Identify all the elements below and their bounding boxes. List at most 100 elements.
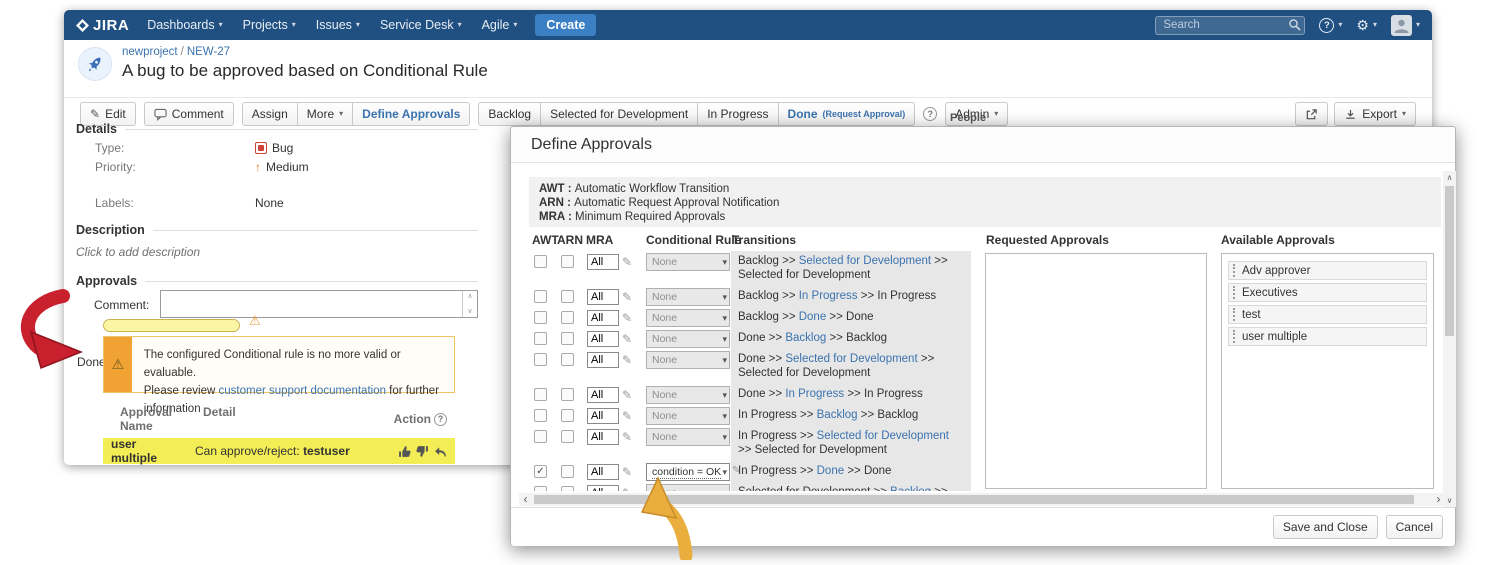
awt-checkbox[interactable] [534,255,547,268]
available-approval-item[interactable]: user multiple [1228,327,1427,346]
pencil-icon[interactable]: ✎ [622,487,632,491]
pencil-icon[interactable]: ✎ [622,410,632,422]
pencil-icon[interactable]: ✎ [622,466,632,478]
status-done-button[interactable]: Done (Request Approval) [778,102,916,126]
arn-checkbox[interactable] [561,409,574,422]
vertical-scrollbar[interactable]: ∧ ∨ [1443,171,1456,507]
pencil-icon[interactable]: ✎ [622,389,632,401]
profile-menu[interactable]: ▾ [1391,15,1420,36]
arn-checkbox[interactable] [561,255,574,268]
breadcrumb-issue-link[interactable]: NEW-27 [187,46,230,58]
search-input[interactable] [1155,16,1305,35]
awt-checkbox[interactable] [534,430,547,443]
available-approval-item[interactable]: test [1228,305,1427,324]
reject-thumb-down-icon[interactable] [416,445,429,458]
arn-checkbox[interactable] [561,388,574,401]
share-button[interactable] [1295,102,1328,126]
add-description-placeholder[interactable]: Click to add description [76,245,478,259]
mra-input[interactable] [587,464,619,480]
pending-approval-pill[interactable] [103,319,240,332]
hscroll-track[interactable] [532,494,1432,505]
transition-status-link[interactable]: Selected for Development [817,430,949,442]
available-approval-item[interactable]: Executives [1228,283,1427,302]
requested-approvals-box[interactable] [985,253,1207,489]
conditional-rule-select[interactable]: None▾ [646,386,730,404]
status-selected-button[interactable]: Selected for Development [540,102,698,126]
nav-item-issues[interactable]: Issues▾ [316,18,360,32]
support-doc-link[interactable]: customer support documentation [219,385,386,397]
mra-input[interactable] [587,254,619,270]
pencil-icon[interactable]: ✎ [622,354,632,366]
mra-input[interactable] [587,310,619,326]
done-transition-label[interactable]: Done [77,355,106,369]
pencil-icon[interactable]: ✎ [622,431,632,443]
arn-checkbox[interactable] [561,311,574,324]
arn-checkbox[interactable] [561,430,574,443]
awt-checkbox[interactable] [534,290,547,303]
nav-item-dashboards[interactable]: Dashboards▾ [147,18,222,32]
pencil-icon[interactable]: ✎ [732,466,740,476]
arn-checkbox[interactable] [561,465,574,478]
awt-checkbox[interactable] [534,388,547,401]
cancel-button[interactable]: Cancel [1386,515,1443,539]
nav-item-service-desk[interactable]: Service Desk▾ [380,18,462,32]
action-help-icon[interactable]: ? [434,413,447,426]
hscroll-thumb[interactable] [534,495,1414,504]
vscroll-thumb[interactable] [1445,186,1454,336]
conditional-rule-select[interactable]: None▾ [646,428,730,446]
arn-checkbox[interactable] [561,353,574,366]
transition-status-link[interactable]: Selected for Development [799,255,931,267]
horizontal-scrollbar[interactable]: ‹ › [519,493,1445,506]
nav-item-projects[interactable]: Projects▾ [243,18,296,32]
scroll-up-icon[interactable]: ∧ [1447,171,1453,184]
jira-logo[interactable]: JIRA [76,17,129,34]
nav-item-agile[interactable]: Agile▾ [482,18,518,32]
pencil-icon[interactable]: ✎ [622,291,632,303]
awt-checkbox[interactable] [534,311,547,324]
pencil-icon[interactable]: ✎ [622,333,632,345]
vscroll-track[interactable] [1444,184,1455,494]
status-inprogress-button[interactable]: In Progress [697,102,778,126]
workflow-help-icon[interactable]: ? [923,107,937,121]
arn-checkbox[interactable] [561,290,574,303]
awt-checkbox[interactable] [534,409,547,422]
settings-menu[interactable]: ⚙ ▾ [1356,18,1377,32]
arn-checkbox[interactable] [561,486,574,491]
conditional-rule-select[interactable]: None▾ [646,288,730,306]
transition-status-link[interactable]: Backlog [785,332,826,344]
pencil-icon[interactable]: ✎ [622,312,632,324]
approval-comment-input[interactable] [161,291,462,317]
transition-status-link[interactable]: Backlog [817,409,858,421]
transition-status-link[interactable]: In Progress [785,388,844,400]
help-menu[interactable]: ? ▾ [1319,18,1342,33]
create-button[interactable]: Create [535,14,596,36]
mra-input[interactable] [587,485,619,491]
conditional-rule-select[interactable]: None▾ [646,330,730,348]
conditional-rule-select[interactable]: None▾ [646,407,730,425]
breadcrumb-project-link[interactable]: newproject [122,46,178,58]
transition-status-link[interactable]: Backlog [890,486,931,491]
revoke-reply-icon[interactable] [434,445,447,458]
conditional-rule-select[interactable]: None▾ [646,351,730,369]
mra-input[interactable] [587,289,619,305]
awt-checkbox[interactable] [534,486,547,491]
mra-input[interactable] [587,408,619,424]
awt-checkbox[interactable]: ✓ [534,465,547,478]
conditional-rule-select[interactable]: None▾ [646,309,730,327]
scroll-left-icon[interactable]: ‹ [519,494,532,505]
pencil-icon[interactable]: ✎ [622,256,632,268]
save-and-close-button[interactable]: Save and Close [1273,515,1378,539]
transition-status-link[interactable]: Done [799,311,827,323]
conditional-rule-select[interactable]: None▾ [646,253,730,271]
conditional-rule-select[interactable]: None▾ [646,484,730,491]
awt-checkbox[interactable] [534,353,547,366]
available-approval-item[interactable]: Adv approver [1228,261,1427,280]
status-backlog-button[interactable]: Backlog [478,102,541,126]
scroll-down-icon[interactable]: ∨ [1447,494,1453,507]
textarea-spinner[interactable]: ∧ ∨ [462,291,477,317]
export-button[interactable]: Export ▾ [1334,102,1416,126]
awt-checkbox[interactable] [534,332,547,345]
arn-checkbox[interactable] [561,332,574,345]
mra-input[interactable] [587,331,619,347]
mra-input[interactable] [587,352,619,368]
